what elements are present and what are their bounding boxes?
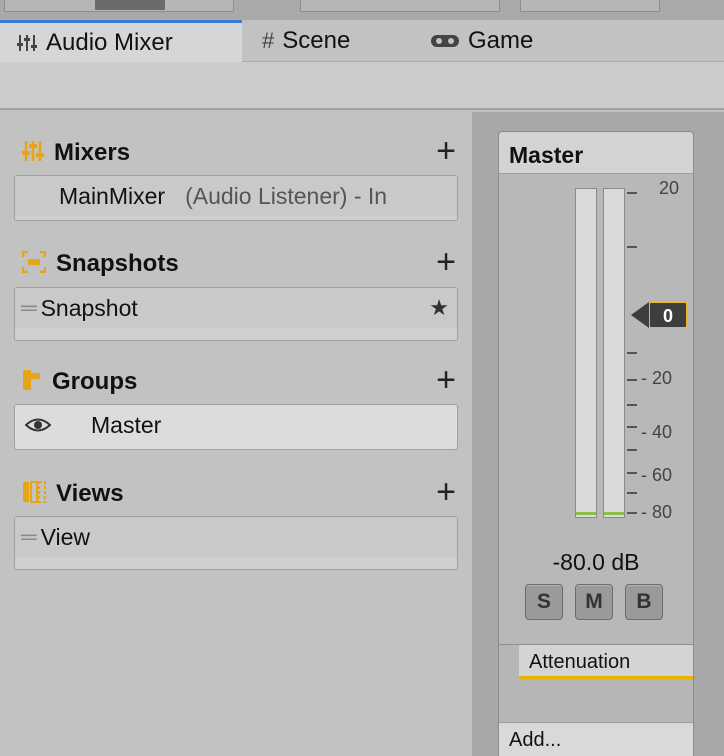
mixer-name: MainMixer	[59, 182, 166, 209]
bypass-button[interactable]: B	[625, 584, 663, 620]
meter-level	[576, 512, 596, 515]
gamepad-icon	[430, 32, 460, 50]
star-icon[interactable]: ★	[429, 295, 449, 321]
groups-section-header: Groups +	[22, 363, 462, 398]
groups-folder-icon	[22, 369, 42, 396]
section-title: Snapshots	[56, 250, 179, 277]
groups-list: Master	[14, 404, 458, 450]
strip-name: Master	[499, 132, 693, 174]
mixer-toolbar	[0, 62, 724, 110]
tab-game[interactable]: Game	[430, 20, 533, 62]
add-effect-button[interactable]: Add...	[499, 722, 693, 756]
mixers-list: MainMixer (Audio Listener) - In	[14, 175, 458, 221]
mixer-sliders-icon	[16, 33, 38, 53]
level-meter-right	[603, 188, 625, 518]
snapshot-camera-icon	[21, 250, 47, 278]
views-section-header: Views +	[22, 475, 462, 510]
scale-label: - 80	[641, 502, 673, 522]
mixer-left-panel: Mixers + MainMixer (Audio Listener) - In…	[0, 112, 472, 756]
scale-label: 20	[659, 178, 680, 198]
tab-bar: Audio Mixer # Scene Game	[0, 20, 724, 62]
meter-area: 20 - 20 - 40 - 60 - 80 0 -80.0 dB S M B	[499, 174, 693, 644]
add-snapshot-button[interactable]: +	[436, 245, 456, 279]
list-item[interactable]: MainMixer (Audio Listener) - In	[15, 176, 457, 216]
tab-audio-mixer[interactable]: Audio Mixer	[0, 20, 242, 62]
scale-tick	[627, 246, 637, 248]
view-name: View	[40, 523, 91, 550]
volume-fader-handle[interactable]: 0	[629, 302, 689, 328]
snapshot-name: Snapshot	[40, 294, 138, 321]
solo-button[interactable]: S	[525, 584, 563, 620]
mute-button[interactable]: M	[575, 584, 613, 620]
meter-level	[604, 512, 624, 515]
tab-label: Scene	[282, 27, 351, 54]
scale-tick	[627, 404, 637, 406]
window-top-strip	[0, 0, 724, 20]
fader-arrow-icon	[631, 302, 649, 328]
snapshots-list: ═ Snapshot ★	[14, 287, 458, 341]
scale-tick	[627, 472, 637, 474]
scale-label: - 40	[641, 422, 673, 442]
add-group-button[interactable]: +	[436, 363, 456, 397]
scale-tick	[627, 426, 637, 428]
effect-attenuation[interactable]: Attenuation	[519, 645, 693, 679]
section-title: Views	[56, 480, 124, 507]
scale-tick	[627, 192, 637, 194]
eye-icon[interactable]	[25, 417, 51, 433]
level-readout: -80.0 dB	[552, 549, 640, 575]
tab-label: Audio Mixer	[46, 28, 173, 56]
mixer-sliders-icon	[22, 140, 44, 167]
views-columns-icon	[22, 480, 46, 508]
group-name: Master	[91, 411, 162, 438]
scale-tick	[627, 512, 637, 514]
views-list: ═ View	[14, 516, 458, 570]
add-mixer-button[interactable]: +	[436, 134, 456, 168]
level-meter-left	[575, 188, 597, 518]
snapshots-section-header: Snapshots +	[21, 245, 462, 280]
scale-label: - 20	[641, 368, 673, 388]
add-view-button[interactable]: +	[436, 475, 456, 509]
toolbar-segment-dark	[95, 0, 165, 10]
list-item[interactable]: ═ Snapshot ★	[15, 288, 457, 328]
drag-handle-icon[interactable]: ═	[21, 524, 37, 550]
tab-label: Game	[468, 27, 534, 54]
channel-strip-master[interactable]: Master 20 - 20 - 40 - 60 - 80 0 -80.0 dB…	[498, 131, 694, 756]
toolbar-segment	[520, 0, 660, 12]
list-item[interactable]: ═ View	[15, 517, 457, 557]
mixer-detail: (Audio Listener) - In	[185, 182, 388, 209]
scale-label: - 60	[641, 465, 673, 485]
section-title: Groups	[52, 368, 138, 395]
mixers-section-header: Mixers +	[22, 134, 462, 169]
list-item[interactable]: Master	[15, 405, 457, 445]
effects-list: Attenuation Add...	[499, 644, 693, 756]
scale-tick	[627, 379, 637, 381]
scale-tick	[627, 352, 637, 354]
scale-tick	[627, 492, 637, 494]
grid-hash-icon: #	[262, 28, 275, 53]
tab-scene[interactable]: # Scene	[262, 20, 350, 62]
toolbar-segment	[300, 0, 500, 12]
fader-value: 0	[649, 302, 687, 328]
drag-handle-icon[interactable]: ═	[21, 295, 37, 321]
section-title: Mixers	[54, 139, 131, 166]
scale-tick	[627, 449, 637, 451]
